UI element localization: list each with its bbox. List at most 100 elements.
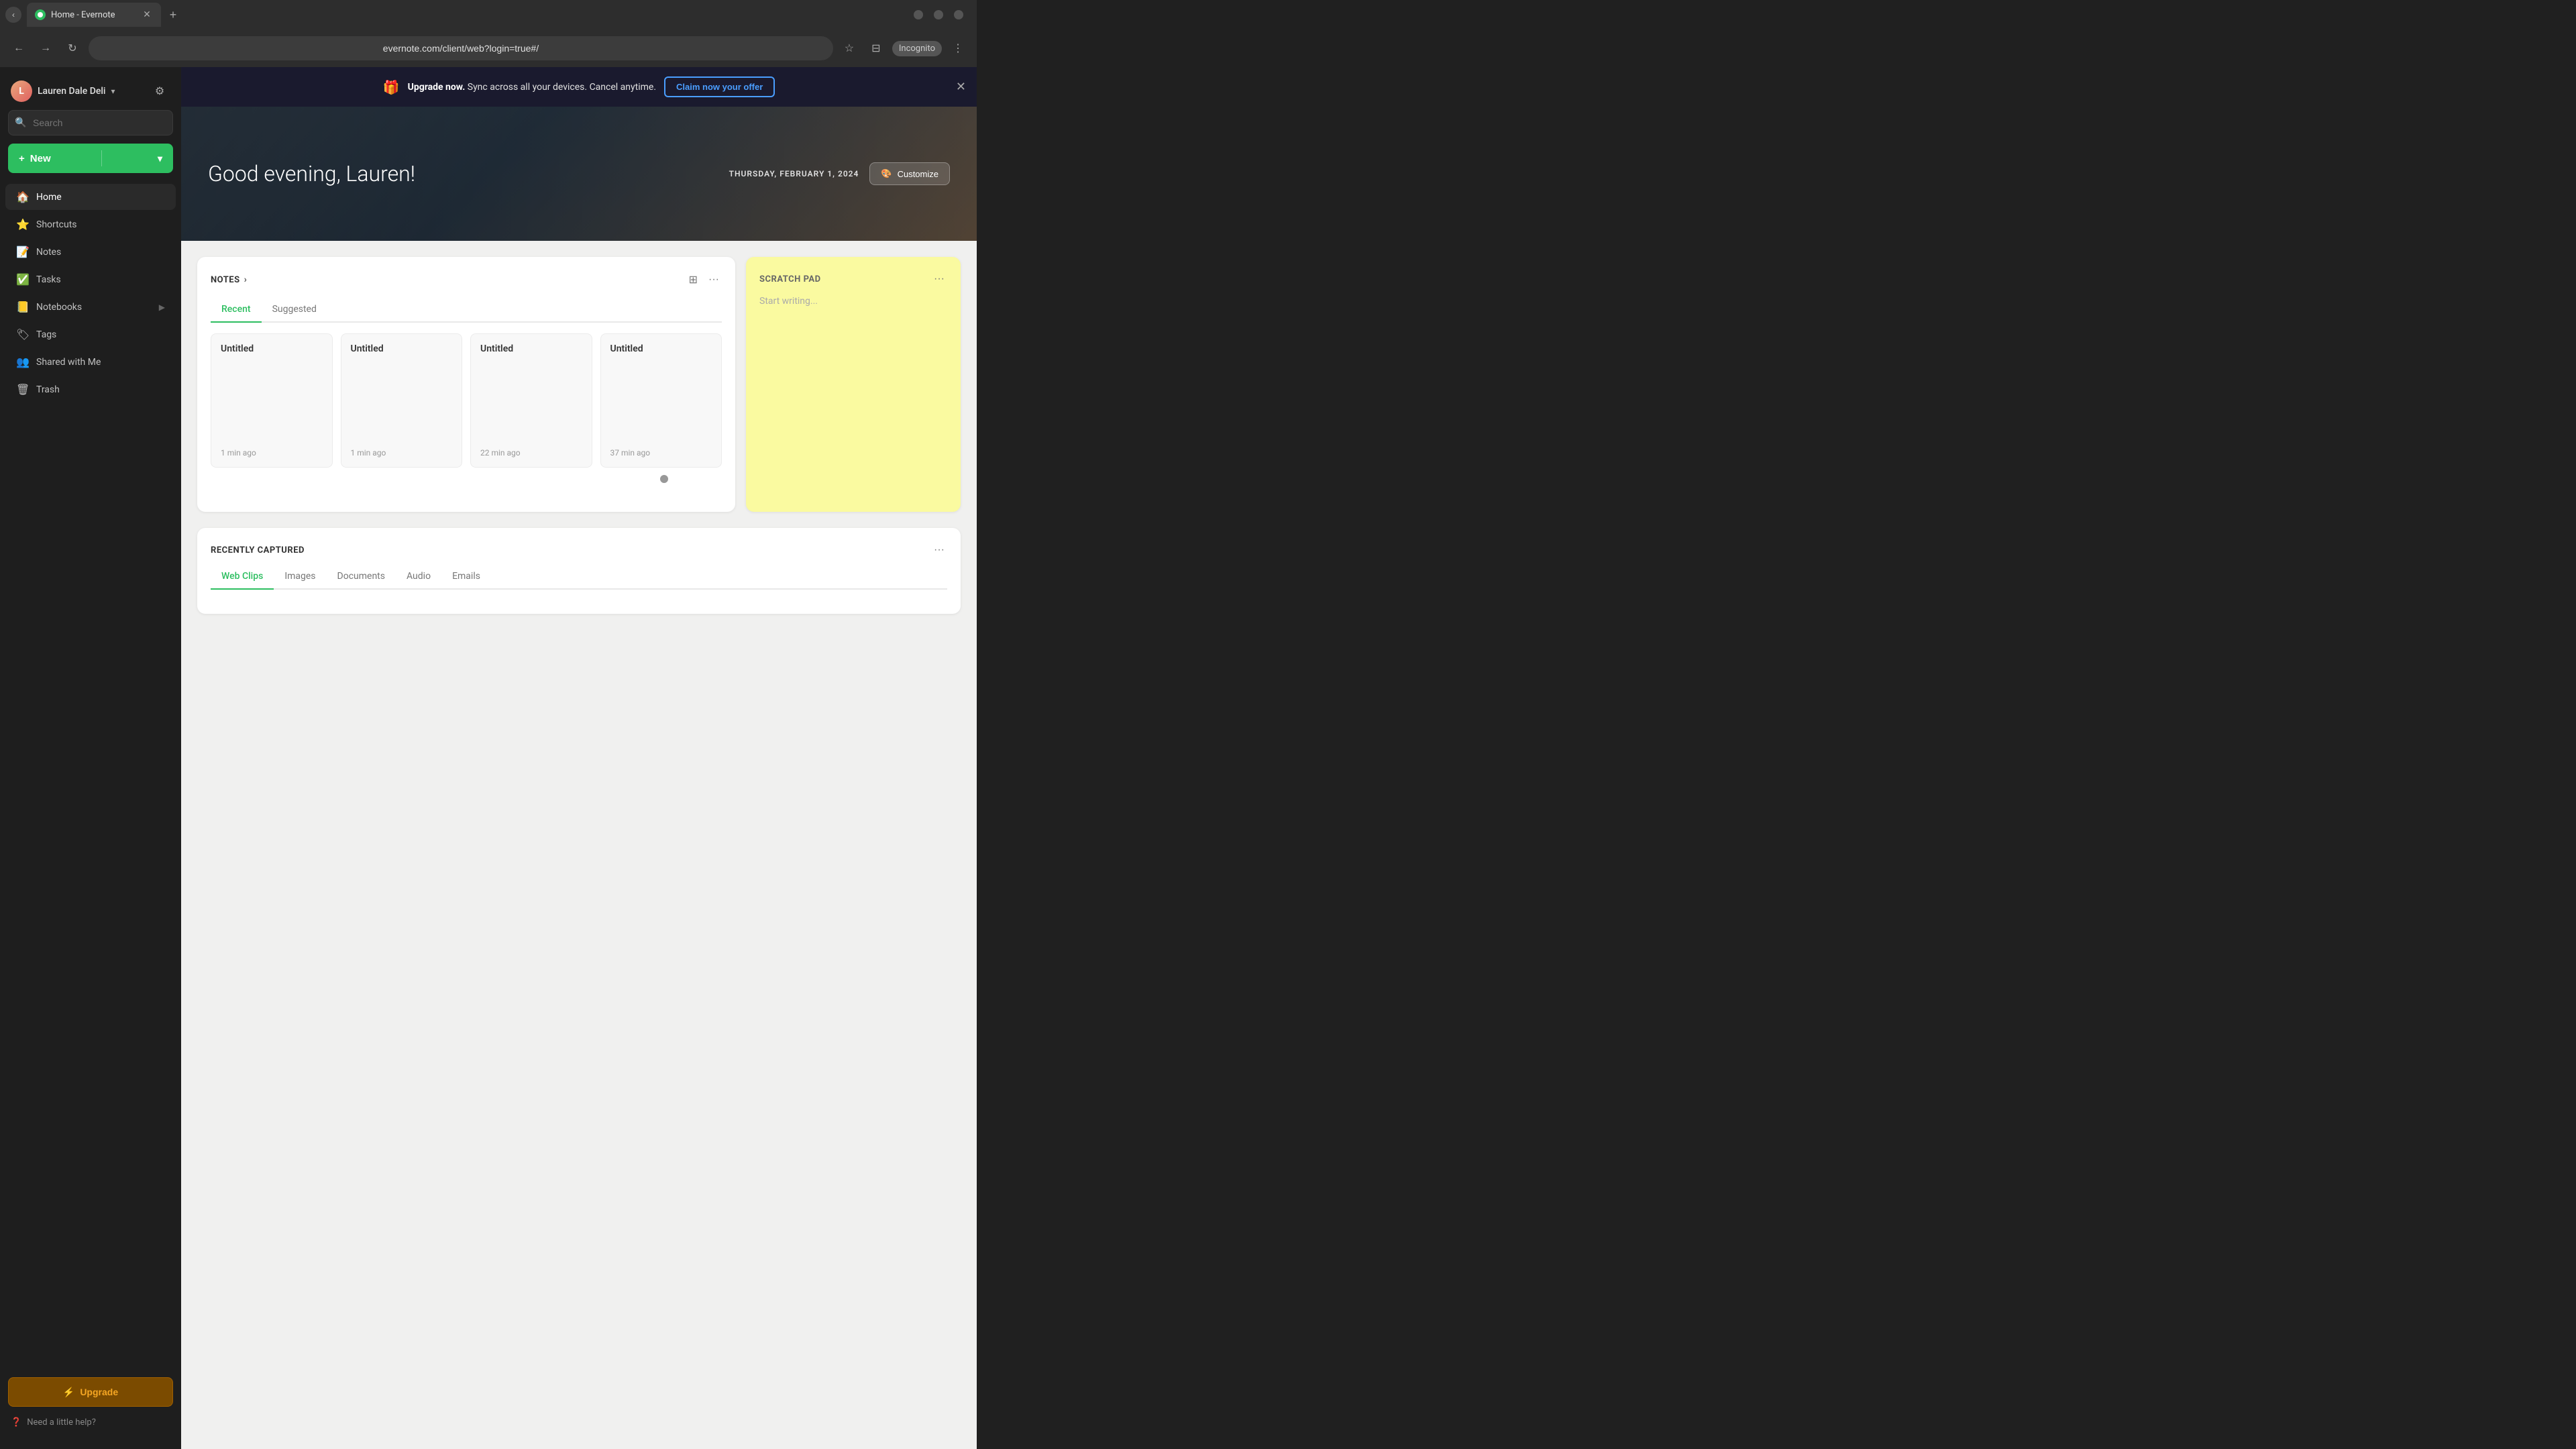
customize-label: Customize [898,169,938,179]
nav-right-controls: ☆ ⊟ Incognito ⋮ [839,38,969,59]
note-title: Untitled [480,343,582,354]
upgrade-button[interactable]: ⚡ Upgrade [8,1377,173,1407]
tab-suggested[interactable]: Suggested [262,300,327,323]
notes-view-toggle-button[interactable]: ⊞ [686,270,700,289]
star-icon: ⭐ [16,218,30,231]
trash-icon: 🗑 [16,383,30,396]
main-content: 🎁 Upgrade now. Sync across all your devi… [181,67,977,1449]
minimize-button[interactable] [914,10,923,19]
notebooks-icon: 📒 [16,301,30,313]
incognito-badge: Incognito [892,41,942,56]
bookmark-button[interactable]: ☆ [839,38,860,59]
tab-favicon [35,9,46,20]
sidebar-item-shortcuts[interactable]: ⭐ Shortcuts [5,211,176,237]
avatar: L [11,80,32,102]
scratch-pad-content[interactable]: Start writing... [759,296,947,498]
sidebar-item-notebooks[interactable]: 📒 Notebooks ▶ [5,294,176,320]
user-profile[interactable]: L Lauren Dale Deli ▾ [11,80,115,102]
sidebar-item-tasks-label: Tasks [36,274,61,285]
tab-recent[interactable]: Recent [211,300,262,323]
sidebar-item-notes[interactable]: 📝 Notes [5,239,176,265]
notes-icon: 📝 [16,246,30,258]
close-button[interactable] [954,10,963,19]
browser-tab-evernote[interactable]: Home - Evernote ✕ [27,3,161,27]
menu-button[interactable]: ⋮ [947,38,969,59]
sidebar-item-shared-label: Shared with Me [36,357,101,368]
sidebar-toggle-button[interactable]: ⊟ [865,38,887,59]
tab-bar: ‹ Home - Evernote ✕ + [0,0,977,30]
notes-more-button[interactable]: ··· [706,270,722,289]
new-button-left: + New [19,153,51,164]
notes-arrow-icon[interactable]: › [244,274,248,285]
upgrade-icon: ⚡ [63,1387,74,1398]
scratch-pad-more-button[interactable]: ··· [931,270,947,288]
note-card-2[interactable]: Untitled 1 min ago [341,333,463,468]
new-button-divider [101,150,102,166]
tab-documents[interactable]: Documents [327,567,396,590]
chevron-down-icon: ▾ [111,87,115,96]
help-button[interactable]: ❓ Need a little help? [8,1412,173,1433]
notes-widget-title: NOTES › [211,274,247,285]
banner-close-button[interactable]: ✕ [956,80,966,94]
window-controls [914,10,971,19]
note-time: 22 min ago [480,448,582,458]
back-button[interactable]: ‹ [5,7,21,23]
notes-widget-header: NOTES › ⊞ ··· [211,270,722,289]
search-wrapper: 🔍 [8,110,173,136]
notes-widget: NOTES › ⊞ ··· Recent Suggested [197,257,735,512]
search-input[interactable] [8,110,173,136]
note-card-1[interactable]: Untitled 1 min ago [211,333,333,468]
tab-title: Home - Evernote [51,10,136,20]
address-bar[interactable] [89,36,833,60]
tasks-icon: ✅ [16,273,30,286]
new-tab-button[interactable]: + [164,5,182,24]
note-card-3[interactable]: Untitled 22 min ago [470,333,592,468]
sidebar-item-tasks[interactable]: ✅ Tasks [5,266,176,292]
customize-button[interactable]: 🎨 Customize [869,162,950,185]
back-nav-button[interactable]: ← [8,38,30,59]
scratch-pad-header: SCRATCH PAD ··· [759,270,947,288]
tab-emails[interactable]: Emails [441,567,491,590]
banner-text: Upgrade now. Sync across all your device… [408,82,656,93]
captured-tabs: Web Clips Images Documents Audio Emails [211,567,947,590]
tab-images[interactable]: Images [274,567,326,590]
sidebar-nav: 🏠 Home ⭐ Shortcuts 📝 Notes ✅ Tasks 📒 Not… [0,184,181,404]
plus-icon: + [19,153,25,164]
sidebar-bottom: ⚡ Upgrade ❓ Need a little help? [0,1369,181,1441]
upgrade-banner: 🎁 Upgrade now. Sync across all your devi… [181,67,977,107]
greeting-text: Good evening, Lauren! [208,161,415,186]
forward-nav-button[interactable]: → [35,38,56,59]
sidebar-item-notes-label: Notes [36,247,61,258]
date-display: THURSDAY, FEBRUARY 1, 2024 [729,169,859,178]
username-label: Lauren Dale Deli [38,86,106,97]
claim-offer-button[interactable]: Claim now your offer [664,76,775,97]
sidebar-item-tags[interactable]: 🏷 Tags [5,321,176,347]
content-area: NOTES › ⊞ ··· Recent Suggested [181,241,977,630]
banner-main-text: Sync across all your devices. Cancel any… [468,82,656,93]
scratch-pad-widget: SCRATCH PAD ··· Start writing... [746,257,961,512]
tab-web-clips[interactable]: Web Clips [211,567,274,590]
notes-tabs: Recent Suggested [211,300,722,323]
gift-icon: 🎁 [383,79,400,95]
sidebar-item-trash[interactable]: 🗑 Trash [5,376,176,402]
captured-more-button[interactable]: ··· [931,541,947,559]
help-icon: ❓ [11,1417,21,1428]
note-card-4[interactable]: Untitled 37 min ago [600,333,722,468]
tab-nav-controls: ‹ [5,7,21,23]
new-button[interactable]: + New ▾ [8,144,173,173]
sidebar-item-shared[interactable]: 👥 Shared with Me [5,349,176,375]
home-icon: 🏠 [16,191,30,203]
app-container: L Lauren Dale Deli ▾ ⚙ 🔍 + New ▾ 🏠 Home [0,67,977,1449]
sidebar-item-home[interactable]: 🏠 Home [5,184,176,210]
tab-close-button[interactable]: ✕ [141,9,153,21]
reload-button[interactable]: ↻ [62,38,83,59]
tags-icon: 🏷 [16,328,30,341]
settings-button[interactable]: ⚙ [149,80,170,102]
note-title: Untitled [351,343,453,354]
note-title: Untitled [610,343,712,354]
home-header: Good evening, Lauren! THURSDAY, FEBRUARY… [181,107,977,241]
browser-chrome: ‹ Home - Evernote ✕ + ← → ↻ ☆ ⊟ Incognit… [0,0,977,67]
search-icon: 🔍 [15,117,26,128]
tab-audio[interactable]: Audio [396,567,441,590]
maximize-button[interactable] [934,10,943,19]
